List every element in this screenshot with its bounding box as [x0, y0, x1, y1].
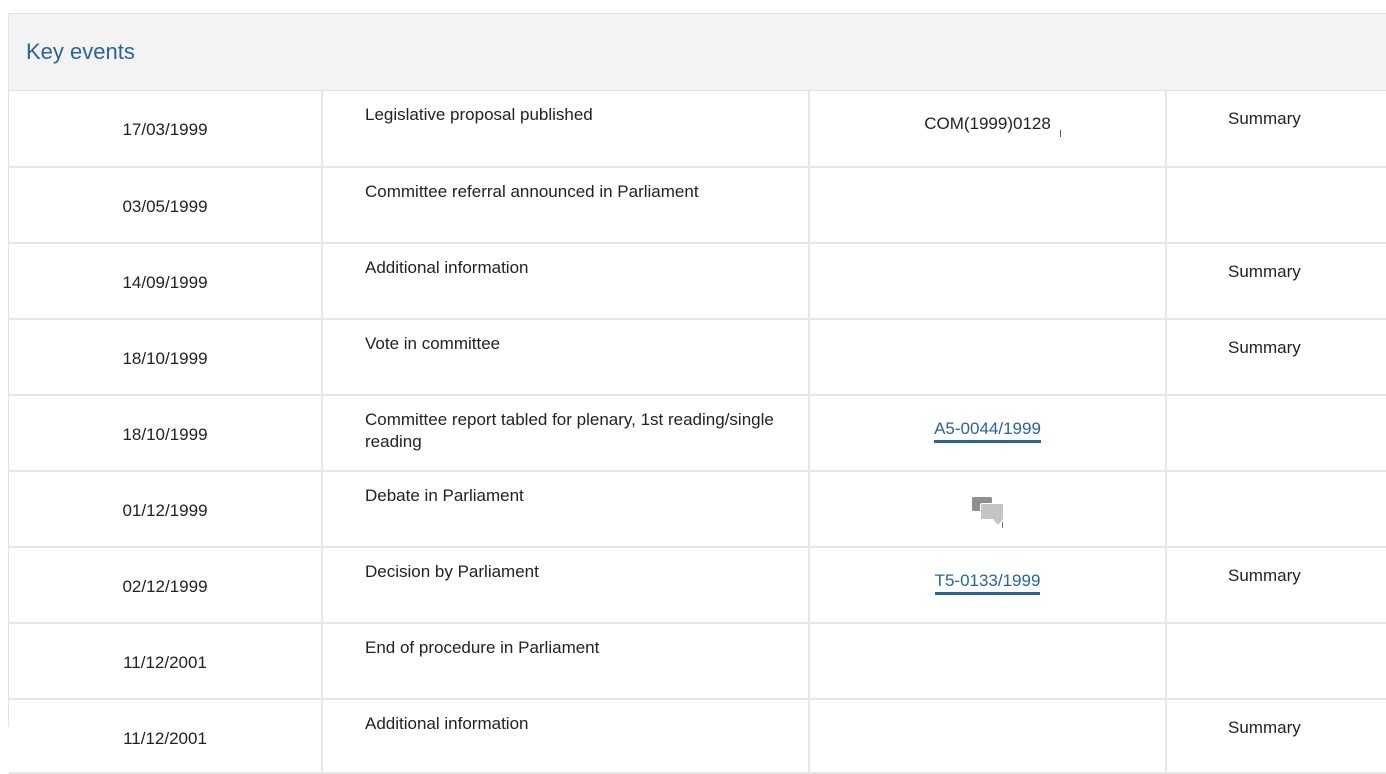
event-date: 02/12/1999: [9, 547, 323, 624]
event-document: COM(1999)0128: [809, 91, 1167, 168]
summary-link[interactable]: Summary: [1166, 547, 1386, 624]
table-row: 02/12/1999 Decision by Parliament T5-013…: [9, 547, 1386, 624]
panel-title: Key events: [26, 39, 135, 64]
event-name: Decision by Parliament: [322, 547, 810, 624]
event-name: Additional information: [322, 699, 810, 774]
event-date: 18/10/1999: [9, 395, 323, 472]
event-name: Vote in committee: [322, 319, 810, 396]
event-document: [809, 699, 1167, 774]
summary-link[interactable]: Summary: [1166, 699, 1386, 774]
event-document: [809, 319, 1167, 396]
summary-cell: [1166, 623, 1386, 700]
event-date: 11/12/2001: [9, 699, 323, 774]
table-row: 01/12/1999 Debate in Parliament: [9, 471, 1386, 548]
table-row: 11/12/2001 End of procedure in Parliamen…: [9, 623, 1386, 700]
event-name: End of procedure in Parliament: [322, 623, 810, 700]
event-document: [809, 243, 1167, 320]
summary-link[interactable]: Summary: [1166, 243, 1386, 320]
event-document: T5-0133/1999: [809, 547, 1167, 624]
summary-link[interactable]: Summary: [1166, 91, 1386, 168]
event-name: Legislative proposal published: [322, 91, 810, 168]
table-row: 03/05/1999 Committee referral announced …: [9, 167, 1386, 244]
event-date: 14/09/1999: [9, 243, 323, 320]
key-events-panel: Key events 17/03/1999 Legislative propos…: [8, 13, 1386, 774]
table-row: 14/09/1999 Additional information Summar…: [9, 243, 1386, 320]
event-document: [809, 471, 1167, 548]
event-date: 17/03/1999: [9, 91, 323, 168]
event-name: Committee report tabled for plenary, 1st…: [322, 395, 810, 472]
summary-cell: [1166, 471, 1386, 548]
panel-header: Key events: [9, 14, 1386, 91]
event-document: [809, 623, 1167, 700]
event-name: Debate in Parliament: [322, 471, 810, 548]
document-link[interactable]: T5-0133/1999: [934, 571, 1041, 595]
event-name: Committee referral announced in Parliame…: [322, 167, 810, 244]
table-row: 17/03/1999 Legislative proposal publishe…: [9, 91, 1386, 168]
summary-cell: [1166, 167, 1386, 244]
document-link[interactable]: A5-0044/1999: [934, 419, 1041, 443]
event-date: 18/10/1999: [9, 319, 323, 396]
event-name: Additional information: [322, 243, 810, 320]
table-row: 11/12/2001 Additional information Summar…: [9, 699, 1386, 774]
summary-cell: [1166, 395, 1386, 472]
event-date: 03/05/1999: [9, 167, 323, 244]
event-date: 11/12/2001: [9, 623, 323, 700]
debate-icon[interactable]: [971, 494, 1004, 528]
key-events-table: 17/03/1999 Legislative proposal publishe…: [9, 91, 1386, 774]
document-reference: COM(1999)0128: [924, 114, 1051, 133]
table-row: 18/10/1999 Vote in committee Summary: [9, 319, 1386, 396]
event-document: [809, 167, 1167, 244]
event-document: A5-0044/1999: [809, 395, 1167, 472]
table-row: 18/10/1999 Committee report tabled for p…: [9, 395, 1386, 472]
event-date: 01/12/1999: [9, 471, 323, 548]
summary-link[interactable]: Summary: [1166, 319, 1386, 396]
